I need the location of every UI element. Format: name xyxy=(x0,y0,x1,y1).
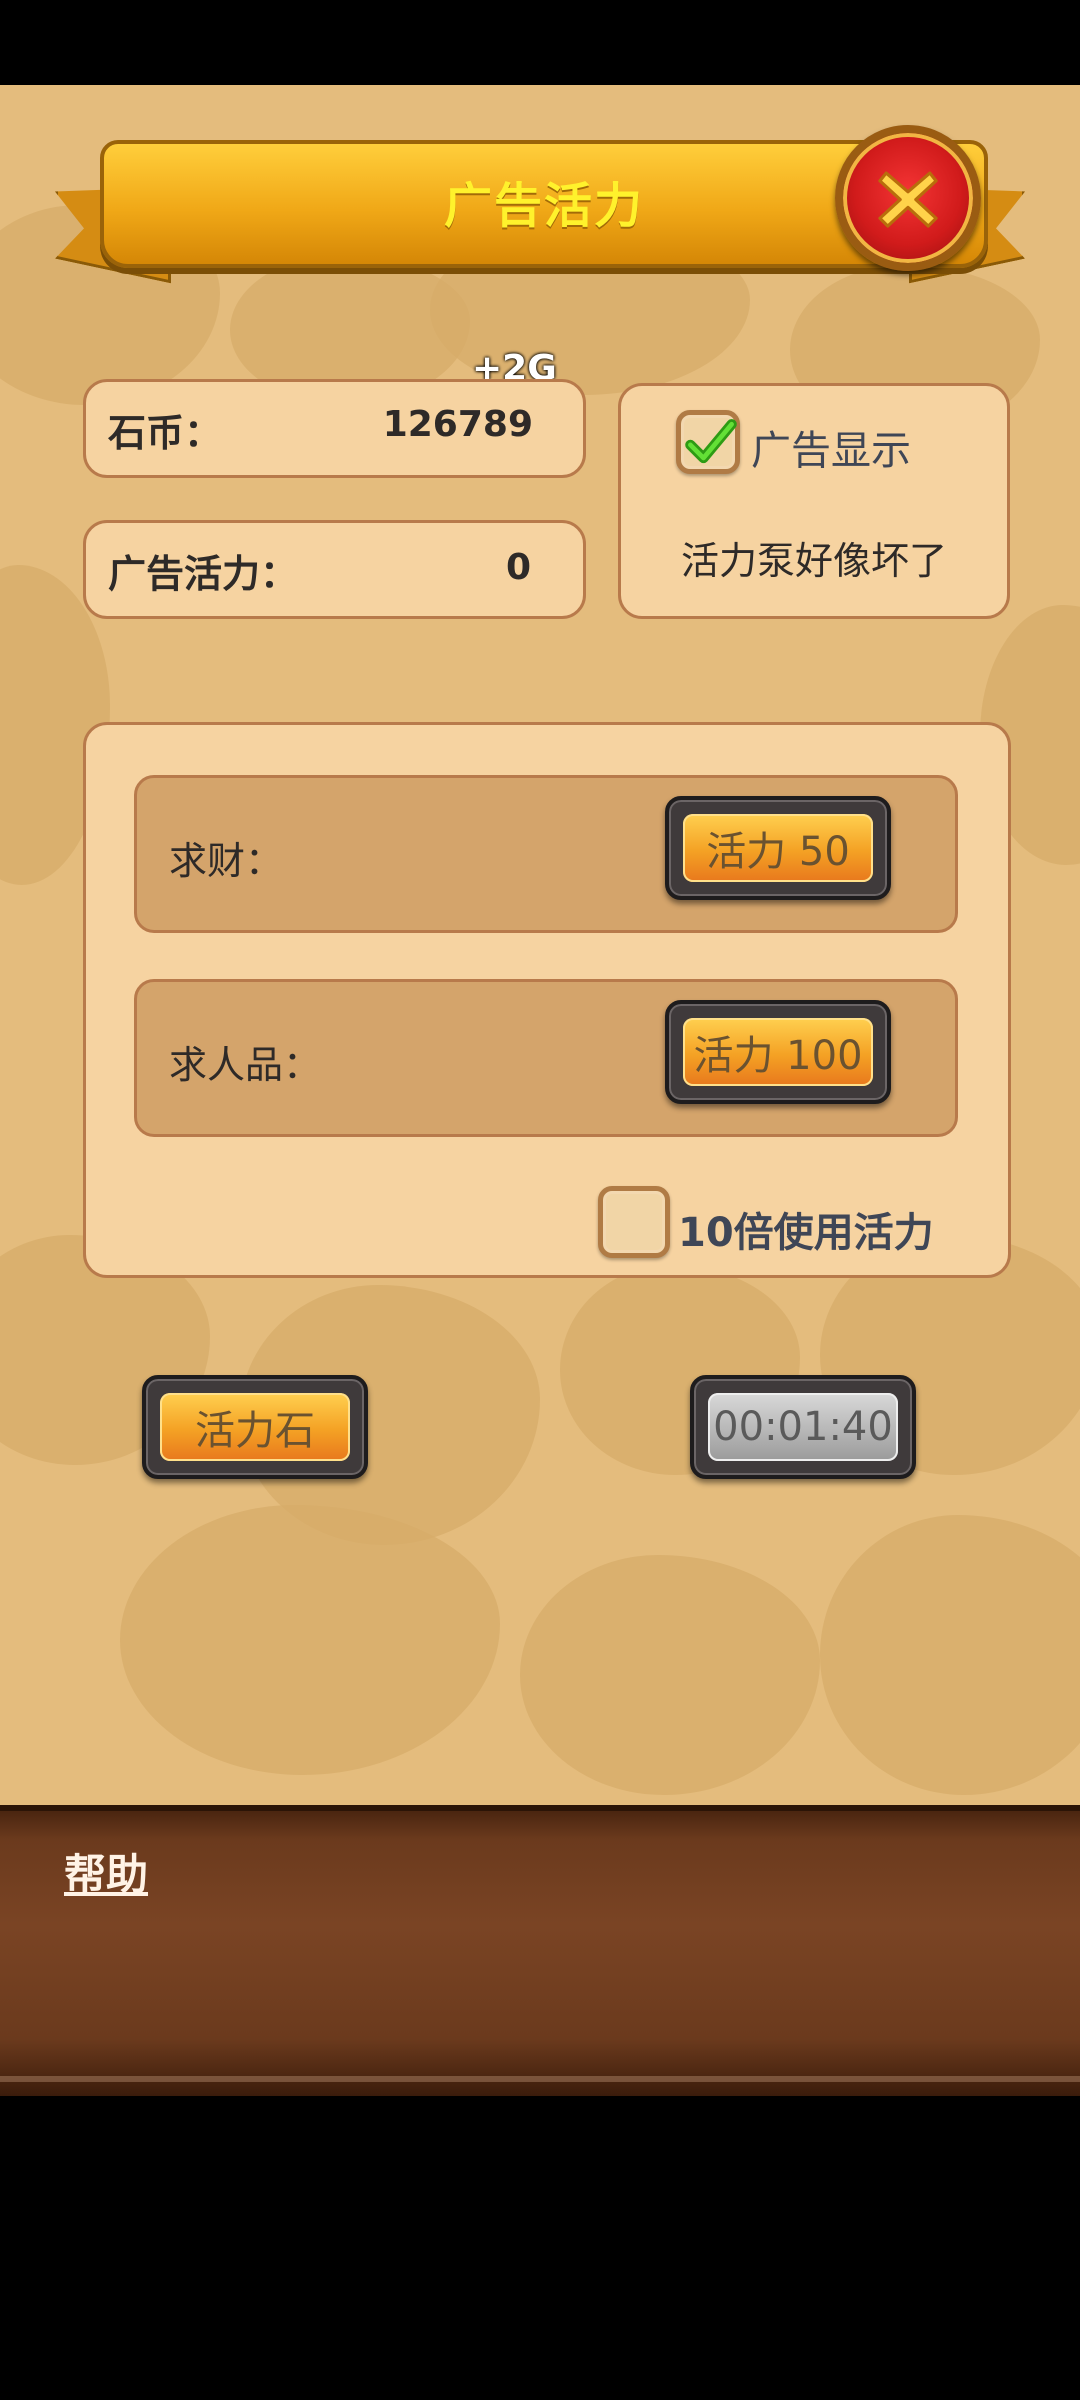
fortune-label: 求财： xyxy=(169,839,284,883)
background-pattern xyxy=(120,1505,500,1775)
game-screen: 广告活力 +2G 石币： 126789 广告活力： 0 广告显示 活力泵好像坏了 xyxy=(0,85,1080,1805)
stone-coin-value: 126789 xyxy=(382,404,533,445)
list-item: 求人品： 活力 100 xyxy=(134,979,958,1137)
help-link[interactable]: 帮助 xyxy=(64,1841,148,1902)
stone-coin-panel: 石币： 126789 xyxy=(83,379,586,478)
check-icon xyxy=(685,419,737,464)
fortune-energy-button-label: 活力 50 xyxy=(683,814,873,882)
ad-energy-panel: 广告活力： 0 xyxy=(83,520,586,619)
action-panel: 求财： 活力 50 求人品： 活力 100 10倍使用活力 xyxy=(83,722,1011,1278)
close-icon xyxy=(878,171,938,228)
multiplier-label: 10倍使用活力 xyxy=(678,1210,934,1256)
energy-stone-button-label: 活力石 xyxy=(160,1393,350,1461)
list-item: 求财： 活力 50 xyxy=(134,775,958,933)
close-button[interactable] xyxy=(835,125,981,271)
character-label: 求人品： xyxy=(169,1043,322,1087)
character-energy-button-label: 活力 100 xyxy=(683,1018,873,1086)
timer-button[interactable]: 00:01:40 xyxy=(690,1375,916,1479)
help-bar: 帮助 xyxy=(0,1805,1080,2096)
timer-label: 00:01:40 xyxy=(708,1393,898,1461)
ad-status-text: 活力泵好像坏了 xyxy=(681,539,948,583)
stone-coin-label: 石币： xyxy=(108,411,223,455)
ad-energy-value: 0 xyxy=(505,547,531,588)
background-pattern xyxy=(820,1515,1080,1795)
ad-display-panel: 广告显示 活力泵好像坏了 xyxy=(618,383,1010,619)
multiplier-checkbox[interactable] xyxy=(598,1186,670,1258)
background-pattern xyxy=(520,1555,820,1795)
fortune-energy-button[interactable]: 活力 50 xyxy=(665,796,891,900)
ad-display-checkbox[interactable] xyxy=(676,410,740,474)
ad-display-label: 广告显示 xyxy=(751,428,911,474)
header-ribbon: 广告活力 xyxy=(55,105,1025,280)
character-energy-button[interactable]: 活力 100 xyxy=(665,1000,891,1104)
ad-energy-label: 广告活力： xyxy=(108,552,299,596)
energy-stone-button[interactable]: 活力石 xyxy=(142,1375,368,1479)
